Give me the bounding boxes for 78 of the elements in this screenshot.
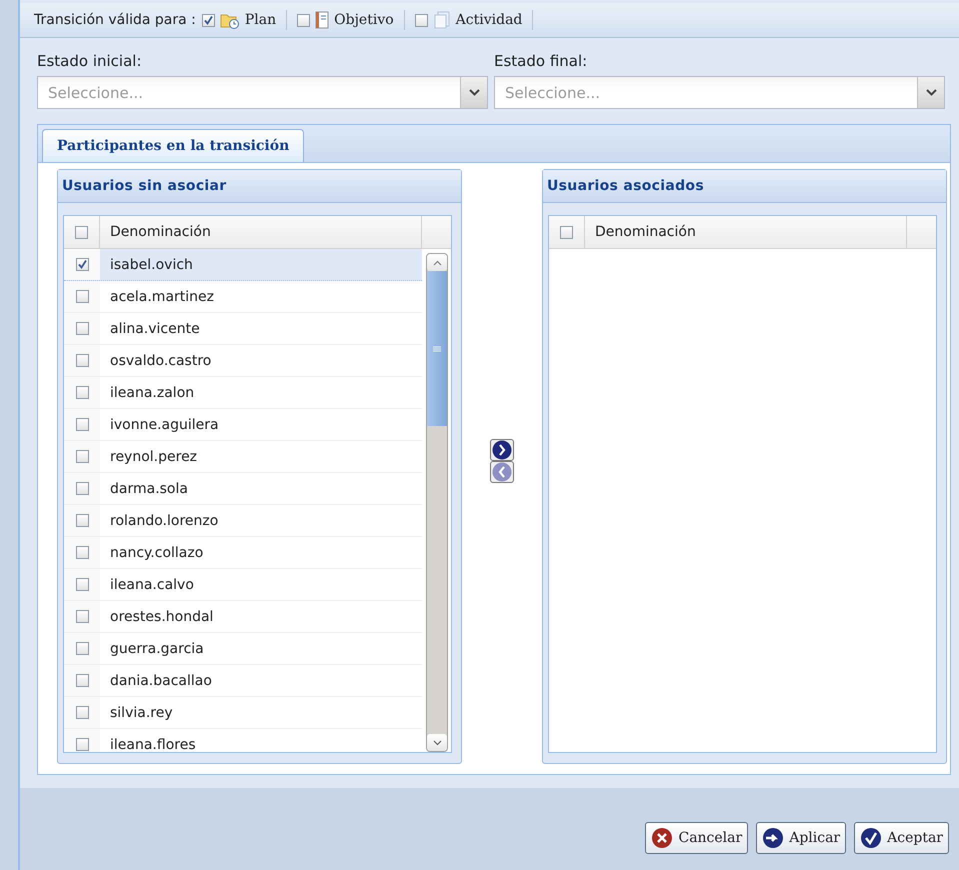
checkbox[interactable]: [560, 226, 573, 238]
option-label: Plan: [244, 12, 276, 28]
user-name: reynol.perez: [109, 448, 198, 464]
user-name: darma.sola: [109, 480, 188, 496]
check-icon: [860, 827, 882, 849]
checkbox[interactable]: [297, 14, 310, 26]
user-name: alina.vicente: [109, 320, 200, 336]
option-label: Objetivo: [334, 12, 394, 28]
checkbox[interactable]: [76, 258, 88, 271]
panel-title: Usuarios sin asociar: [58, 170, 461, 203]
user-name: ileana.calvo: [109, 576, 194, 592]
checkbox[interactable]: [76, 386, 88, 399]
move-right-button[interactable]: [490, 438, 514, 460]
checkbox[interactable]: [76, 290, 88, 303]
state-dropdown[interactable]: Seleccione...: [37, 76, 488, 109]
user-name: guerra.garcia: [109, 640, 204, 656]
scrollbar[interactable]: [426, 253, 448, 752]
user-row[interactable]: ileana.flores: [64, 729, 422, 752]
dialog-button[interactable]: Aceptar: [854, 822, 949, 854]
user-row[interactable]: ileana.zalon: [64, 377, 422, 409]
field-label: Estado inicial:: [37, 52, 143, 70]
user-name: ileana.zalon: [109, 384, 194, 400]
user-row[interactable]: ivonne.aguilera: [64, 409, 422, 441]
user-row[interactable]: osvaldo.castro: [64, 345, 422, 377]
user-row[interactable]: orestes.hondal: [64, 601, 422, 633]
checkbox[interactable]: [202, 14, 215, 26]
checkbox[interactable]: [76, 610, 88, 623]
user-row[interactable]: nancy.collazo: [64, 537, 422, 569]
user-name: rolando.lorenzo: [109, 512, 218, 528]
user-row[interactable]: rolando.lorenzo: [64, 505, 422, 537]
checkbox[interactable]: [76, 706, 88, 719]
checkbox[interactable]: [76, 482, 88, 495]
checkbox[interactable]: [76, 322, 88, 335]
user-row[interactable]: alina.vicente: [64, 313, 422, 345]
user-row[interactable]: silvia.rey: [64, 697, 422, 729]
checkbox[interactable]: [76, 738, 88, 751]
checkbox[interactable]: [76, 514, 88, 527]
user-name: dania.bacallao: [109, 672, 212, 688]
checkbox[interactable]: [76, 642, 88, 655]
user-name: orestes.hondal: [109, 608, 214, 624]
dialog-button[interactable]: Cancelar: [645, 822, 748, 854]
user-row[interactable]: isabel.ovich: [64, 249, 422, 281]
user-name: nancy.collazo: [109, 544, 204, 560]
user-name: isabel.ovich: [109, 256, 193, 272]
scroll-up-icon[interactable]: [432, 260, 442, 266]
checkbox[interactable]: [76, 450, 88, 463]
user-row[interactable]: guerra.garcia: [64, 633, 422, 665]
user-name: ivonne.aguilera: [109, 416, 219, 432]
tab[interactable]: Participantes en la transición: [42, 129, 304, 162]
user-row[interactable]: darma.sola: [64, 473, 422, 505]
checkbox[interactable]: [76, 418, 88, 431]
option-label: Actividad: [456, 12, 522, 28]
user-name: ileana.flores: [109, 736, 196, 752]
user-row[interactable]: ileana.calvo: [64, 569, 422, 601]
scroll-down-icon[interactable]: [432, 740, 442, 746]
dropdown-icon: [926, 89, 936, 96]
toolbar-label: Transición válida para :: [34, 12, 196, 28]
user-row[interactable]: reynol.perez: [64, 441, 422, 473]
dropdown-icon: [468, 89, 480, 96]
checkbox[interactable]: [75, 226, 88, 238]
document-icon: [315, 11, 330, 29]
panel-title: Usuarios asociados: [543, 170, 946, 203]
user-row[interactable]: dania.bacallao: [64, 665, 422, 697]
cancel-icon: [651, 827, 674, 849]
field-label: Estado final:: [494, 52, 588, 70]
checkbox[interactable]: [76, 674, 88, 687]
checkbox[interactable]: [76, 578, 88, 591]
user-name: silvia.rey: [109, 704, 173, 720]
user-name: osvaldo.castro: [109, 352, 212, 368]
state-dropdown[interactable]: Seleccione...: [494, 76, 945, 109]
grip-icon[interactable]: [433, 346, 441, 352]
pages-icon: [432, 11, 451, 29]
user-name: acela.martinez: [109, 288, 214, 304]
user-row[interactable]: acela.martinez: [64, 281, 422, 313]
checkbox[interactable]: [76, 546, 88, 559]
dialog-button[interactable]: Aplicar: [756, 822, 846, 854]
checkbox[interactable]: [414, 14, 428, 26]
checkbox[interactable]: [76, 354, 88, 367]
